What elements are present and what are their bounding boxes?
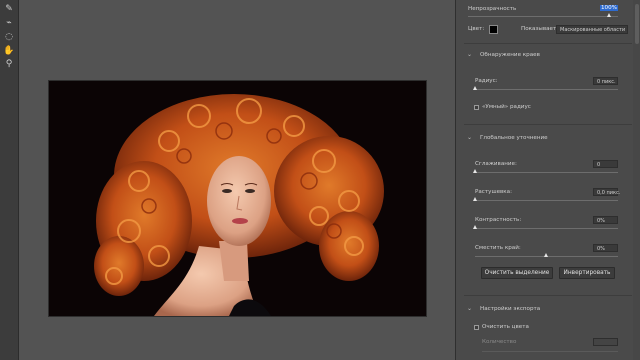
divider (464, 124, 632, 125)
show-dropdown[interactable]: Маскированные области (556, 25, 628, 34)
contrast-field[interactable]: 0% (593, 216, 618, 224)
opacity-label: Непрозрачность (468, 6, 517, 12)
radius-slider-track[interactable] (475, 89, 618, 90)
opacity-value[interactable]: 100% (600, 5, 618, 11)
chevron-down-icon[interactable]: ⌄ (467, 51, 472, 58)
feather-label: Растушевка: (475, 189, 512, 195)
lasso-icon[interactable]: ◌ (3, 31, 15, 43)
tools-bar: ✎ ⌁ ◌ ✋ ⚲ (0, 0, 19, 360)
chevron-down-icon[interactable]: ⌄ (467, 305, 472, 312)
shift-edge-field[interactable]: 0% (593, 244, 618, 252)
zoom-icon[interactable]: ⚲ (3, 58, 15, 70)
clear-selection-button[interactable]: Очистить выделение (481, 267, 553, 279)
opacity-slider-track[interactable] (468, 16, 618, 17)
contrast-label: Контрастность: (475, 217, 522, 223)
invert-button[interactable]: Инвертировать (559, 267, 615, 279)
refine-brush-icon[interactable]: ⌁ (3, 17, 15, 29)
edge-detection-header[interactable]: Обнаружение краев (480, 52, 540, 58)
contrast-slider-track[interactable] (475, 228, 618, 229)
portrait-image (49, 81, 426, 316)
divider (464, 43, 632, 44)
color-swatch[interactable] (489, 25, 498, 34)
global-refinement-header[interactable]: Глобальное уточнение (480, 135, 548, 141)
output-settings-header[interactable]: Настройки экспорта (480, 306, 540, 312)
refine-edge-panel: Непрозрачность 100% Цвет: Показывает: Ма… (455, 0, 640, 360)
opacity-slider-knob[interactable] (607, 13, 611, 17)
chevron-down-icon[interactable]: ⌄ (467, 134, 472, 141)
radius-slider-knob[interactable] (473, 86, 477, 90)
radius-field[interactable]: 0 пикс. (593, 77, 618, 85)
color-label: Цвет: (468, 26, 485, 32)
shift-edge-slider-knob[interactable] (544, 253, 548, 257)
divider (464, 295, 632, 296)
panel-scrollbar[interactable] (633, 0, 640, 360)
smooth-slider-knob[interactable] (473, 169, 477, 173)
feather-slider-knob[interactable] (473, 197, 477, 201)
document-canvas[interactable] (48, 80, 427, 317)
smooth-field[interactable]: 0 (593, 160, 618, 168)
brush-icon[interactable]: ✎ (3, 3, 15, 15)
feather-slider-track[interactable] (475, 200, 618, 201)
amount-slider-track[interactable] (482, 351, 618, 352)
show-label: Показывает: (521, 26, 559, 32)
radius-label: Радиус: (475, 78, 498, 84)
decontaminate-label: Очистить цвета (482, 324, 529, 330)
amount-label: Количество (482, 339, 517, 345)
workspace (19, 0, 455, 360)
smart-radius-label: «Умный» радиус (482, 104, 531, 110)
feather-field[interactable]: 0,0 пикс. (593, 188, 620, 196)
contrast-slider-knob[interactable] (473, 225, 477, 229)
smooth-slider-track[interactable] (475, 172, 618, 173)
shift-edge-label: Сместить край: (475, 245, 521, 251)
amount-field[interactable] (593, 338, 618, 346)
smart-radius-checkbox[interactable] (474, 105, 479, 110)
smooth-label: Сглаживание: (475, 161, 517, 167)
decontaminate-checkbox[interactable] (474, 325, 479, 330)
hand-icon[interactable]: ✋ (3, 45, 15, 57)
